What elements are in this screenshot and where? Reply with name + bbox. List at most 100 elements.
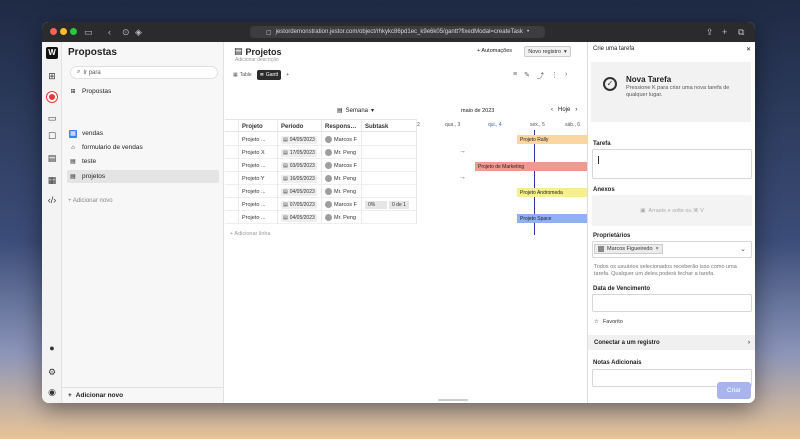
table-row[interactable]: Projeto Y ▤ 16/05/2023 Mr. Peng [225, 172, 417, 185]
week-selector[interactable]: ▤ Semana ▾ [337, 107, 374, 115]
next-arrow-icon[interactable]: › [575, 107, 577, 113]
share-icon[interactable]: ⇪ [706, 26, 714, 38]
address-bar[interactable]: ▢ jestordemonstration.jestor.com/object/… [250, 26, 545, 38]
subtask-cell[interactable]: 0% 0 de 1 [362, 198, 417, 211]
period-cell[interactable]: ▤ 03/05/2023 [278, 159, 322, 172]
attachments-dropzone[interactable]: ▣ Arraste e solte ou ⌘ V [592, 195, 752, 226]
owner-cell[interactable]: Mr. Peng [322, 211, 362, 224]
sidebar-item-vendas[interactable]: ▦ vendas [67, 127, 219, 140]
owner-cell[interactable]: Marcos F [322, 198, 362, 211]
share-icon[interactable]: ⤴ [537, 71, 544, 81]
user-icon[interactable]: ● [46, 342, 58, 354]
table-row[interactable]: Projeto ... ▤ 07/05/2023 Marcos F 0% 0 de… [225, 198, 417, 211]
sidebar-item-projetos[interactable]: ▤ projetos [67, 170, 219, 183]
zoom-window-button[interactable] [70, 28, 77, 35]
project-cell[interactable]: Projeto ... [239, 185, 278, 198]
tabs-overview-icon[interactable]: ⧉ [738, 26, 744, 38]
column-header[interactable]: Subtask [362, 120, 417, 133]
connect-record-button[interactable]: Conectar a um registro › [588, 335, 755, 350]
column-header[interactable]: Respons… [322, 120, 362, 133]
minimize-window-button[interactable] [60, 28, 67, 35]
today-button[interactable]: Hoje [558, 107, 570, 113]
project-cell[interactable]: Projeto ... [239, 133, 278, 146]
new-record-button[interactable]: Novo registro ▾ [524, 46, 571, 57]
owner-cell[interactable]: Mr. Peng [322, 172, 362, 185]
subtask-cell[interactable] [362, 133, 417, 146]
project-cell[interactable]: Projeto X [239, 146, 278, 159]
shield-icon[interactable]: ◈ [135, 26, 142, 38]
table-row[interactable]: Projeto ... ▤ 03/05/2023 Marcos F [225, 159, 417, 172]
favorite-toggle[interactable]: ☆ Favorito [594, 319, 623, 325]
search-input[interactable]: ⌕ Ir para [70, 66, 218, 79]
sidebar-item-teste[interactable]: ▤ teste [67, 155, 219, 168]
apps-grid-icon[interactable]: ⊞ [46, 70, 58, 82]
edit-icon[interactable]: ✎ [524, 71, 530, 81]
owner-cell[interactable]: Marcos F [322, 159, 362, 172]
period-cell[interactable]: ▤ 04/05/2023 [278, 133, 322, 146]
add-new-link[interactable]: + Adicionar novo [68, 198, 113, 204]
period-cell[interactable]: ▤ 07/05/2023 [278, 198, 322, 211]
inbox-icon[interactable]: ☐ [46, 130, 58, 142]
layout-icon[interactable]: ▦ [46, 174, 58, 186]
collapse-icon[interactable]: › [565, 71, 567, 81]
project-cell[interactable]: Projeto ... [239, 211, 278, 224]
subtask-cell[interactable] [362, 185, 417, 198]
filter-icon[interactable]: ≡ [513, 71, 517, 81]
owner-cell[interactable]: Mr. Peng [322, 185, 362, 198]
subtask-cell[interactable] [362, 172, 417, 185]
create-button[interactable]: Criar [717, 382, 751, 399]
gantt-bar[interactable]: Projeto Rally [517, 135, 587, 144]
record-icon[interactable] [47, 92, 57, 102]
table-row[interactable]: Projeto ... ▤ 04/05/2023 Mr. Peng [225, 211, 417, 224]
table-row[interactable]: Projeto ... ▤ 04/05/2023 Mr. Peng [225, 185, 417, 198]
table-row[interactable]: Projeto ... ▤ 04/05/2023 Marcos F [225, 133, 417, 146]
jestor-logo-icon[interactable]: W [46, 47, 58, 59]
calendar-icon[interactable]: ▤ [46, 152, 58, 164]
subtask-cell[interactable] [362, 146, 417, 159]
close-window-button[interactable] [50, 28, 57, 35]
sidebar-item-formulario[interactable]: ⌂ formulario de vendas [67, 141, 219, 154]
arrow-right-icon[interactable]: → [459, 174, 466, 181]
owner-cell[interactable]: Mr. Peng [322, 146, 362, 159]
back-arrow-icon[interactable]: ‹ [108, 26, 111, 38]
code-icon[interactable]: ‹/› [46, 194, 58, 206]
automations-button[interactable]: + Automações [477, 48, 512, 54]
period-cell[interactable]: ▤ 04/05/2023 [278, 185, 322, 198]
tab-table[interactable]: ▦ Table [230, 70, 255, 80]
subtask-cell[interactable] [362, 159, 417, 172]
add-view-button[interactable]: + [283, 70, 292, 80]
profile-icon[interactable]: ◉ [46, 386, 58, 398]
gantt-bar[interactable]: Projeto de Marketing [475, 162, 587, 171]
project-cell[interactable]: Projeto ... [239, 198, 278, 211]
sidebar-section-propostas[interactable]: ⊞ Propostas [67, 85, 219, 98]
subtask-cell[interactable] [362, 211, 417, 224]
arrow-right-icon[interactable]: → [459, 148, 466, 155]
remove-chip-icon[interactable]: × [656, 246, 659, 252]
due-date-input[interactable] [592, 294, 752, 312]
tab-gantt[interactable]: ≣ Gantt [256, 70, 282, 80]
sidebar-toggle-icon[interactable]: ▭ [84, 26, 93, 38]
column-header[interactable]: Projeto [239, 120, 278, 133]
project-cell[interactable]: Projeto ... [239, 159, 278, 172]
add-row-link[interactable]: + Adicionar linha [230, 231, 271, 237]
gantt-bar[interactable]: Projeto Andromeda [517, 188, 587, 197]
more-icon[interactable]: ⋮ [551, 71, 558, 81]
scrollbar[interactable] [438, 399, 468, 401]
chat-icon[interactable]: ▭ [46, 112, 58, 124]
gear-icon[interactable]: ⚙ [46, 366, 58, 378]
download-icon[interactable]: ⊙ [122, 26, 130, 38]
table-row[interactable]: Projeto X ▤ 17/05/2023 Mr. Peng [225, 146, 417, 159]
gantt-bar[interactable]: Projeto Space [517, 214, 587, 223]
period-cell[interactable]: ▤ 17/05/2023 [278, 146, 322, 159]
prev-arrow-icon[interactable]: ‹ [551, 107, 553, 113]
new-tab-icon[interactable]: + [722, 26, 727, 38]
add-description-link[interactable]: Adicionar descrição [235, 57, 279, 63]
add-new-button[interactable]: + Adicionar novo [62, 387, 224, 403]
project-cell[interactable]: Projeto Y [239, 172, 278, 185]
owner-chip[interactable]: Marcos Figueiredo × [594, 244, 663, 254]
period-cell[interactable]: ▤ 04/05/2023 [278, 211, 322, 224]
period-cell[interactable]: ▤ 16/05/2023 [278, 172, 322, 185]
owner-cell[interactable]: Marcos F [322, 133, 362, 146]
close-icon[interactable]: ✕ [746, 46, 751, 53]
task-input[interactable] [592, 149, 752, 179]
